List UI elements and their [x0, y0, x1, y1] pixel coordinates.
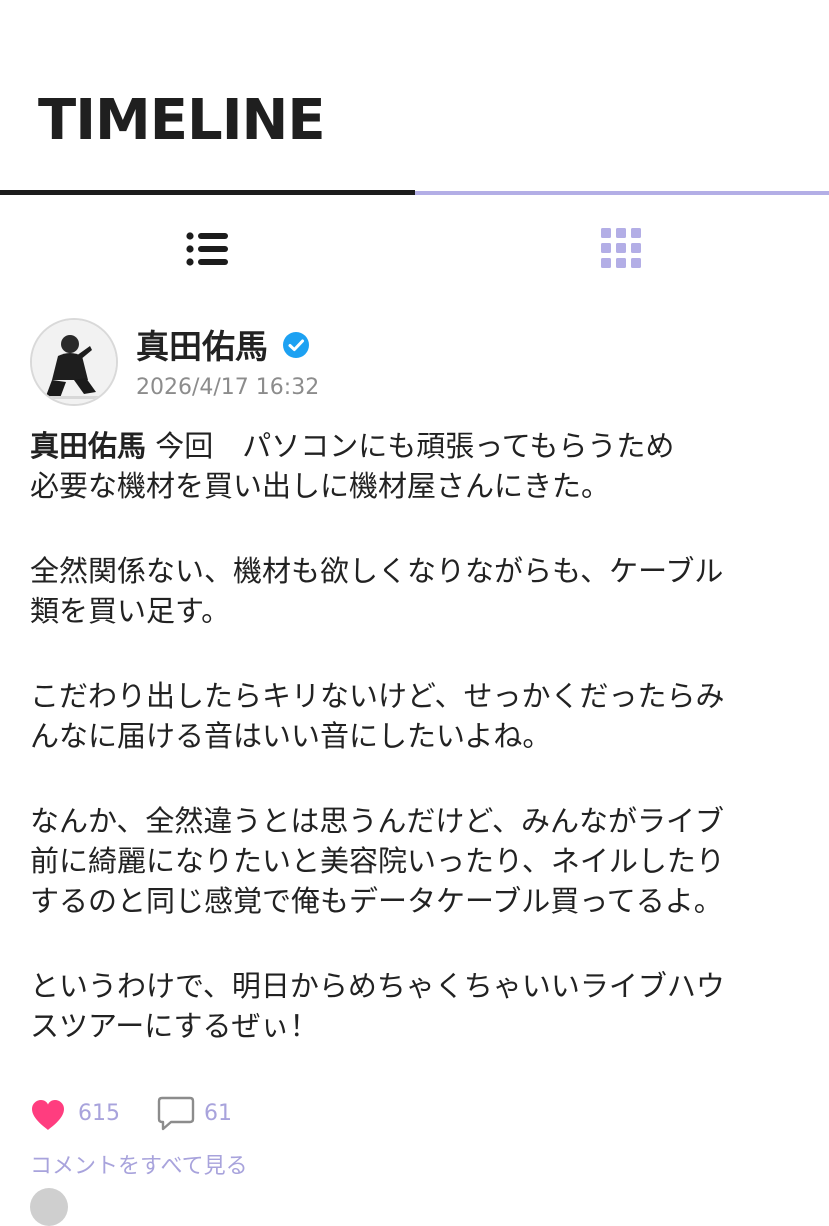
heart-icon[interactable]: [30, 1099, 66, 1131]
post-line: 真田佑馬 今回 パソコンにも頑張ってもらうため: [30, 426, 790, 466]
author-name[interactable]: 真田佑馬: [136, 326, 268, 368]
inline-author-name: 真田佑馬: [30, 429, 147, 463]
likes-count: 615: [78, 1101, 120, 1126]
author-avatar[interactable]: [30, 318, 118, 406]
post-body: 真田佑馬 今回 パソコンにも頑張ってもらうため 必要な機材を買い出しに機材屋さん…: [30, 426, 790, 1091]
page-title: TIMELINE: [38, 88, 326, 153]
post-paragraph: こだわり出したらキリないけど、せっかくだったらみ んなに届ける音はいい音にしたい…: [30, 676, 790, 756]
app-header: TIMELINE: [0, 0, 829, 190]
post-paragraph: というわけで、明日からめちゃくちゃいいライブハウ スツアーにするぜぃ！: [30, 966, 790, 1046]
post-paragraph: 全然関係ない、機材も欲しくなりながらも、ケーブル 類を買い足す。: [30, 551, 790, 631]
post-line: というわけで、明日からめちゃくちゃいいライブハウ: [30, 969, 725, 1003]
comments-count: 61: [204, 1101, 232, 1126]
post-line: 必要な機材を買い出しに機材屋さんにきた。: [30, 469, 611, 503]
post-line: こだわり出したらキリないけど、せっかくだったらみ: [30, 679, 725, 713]
post-actions: 615 61: [30, 1095, 430, 1135]
post-text: 今回 パソコンにも頑張ってもらうため: [146, 429, 675, 463]
post-line: んなに届ける音はいい音にしたいよね。: [30, 719, 552, 753]
view-all-comments-link[interactable]: コメントをすべて見る: [30, 1148, 248, 1180]
verified-badge-icon: [283, 332, 309, 358]
list-view-icon: [186, 232, 228, 266]
post-line: 全然関係ない、機材も欲しくなりながらも、ケーブル: [30, 554, 724, 588]
comment-icon[interactable]: [156, 1095, 196, 1133]
post-paragraph: 真田佑馬 今回 パソコンにも頑張ってもらうため 必要な機材を買い出しに機材屋さん…: [30, 426, 790, 506]
post-paragraph: なんか、全然違うとは思うんだけど、みんながライブ 前に綺麗になりたいと美容院いっ…: [30, 801, 790, 921]
post-line: スツアーにするぜぃ！: [30, 1009, 319, 1043]
tab-grid-view[interactable]: [415, 195, 829, 300]
post-line: 類を買い足す。: [30, 594, 231, 628]
commenter-avatar[interactable]: [30, 1188, 68, 1226]
view-tab-bar: [0, 190, 829, 300]
post-timestamp: 2026/4/17 16:32: [136, 375, 320, 400]
post-line: するのと同じ感覚で俺もデータケーブル買ってるよ。: [30, 884, 723, 918]
tab-list-view[interactable]: [0, 195, 414, 300]
grid-view-icon: [601, 228, 641, 268]
avatar-photo: [32, 320, 116, 404]
post-line: なんか、全然違うとは思うんだけど、みんながライブ: [30, 804, 724, 838]
post-line: 前に綺麗になりたいと美容院いったり、ネイルしたり: [30, 844, 725, 878]
